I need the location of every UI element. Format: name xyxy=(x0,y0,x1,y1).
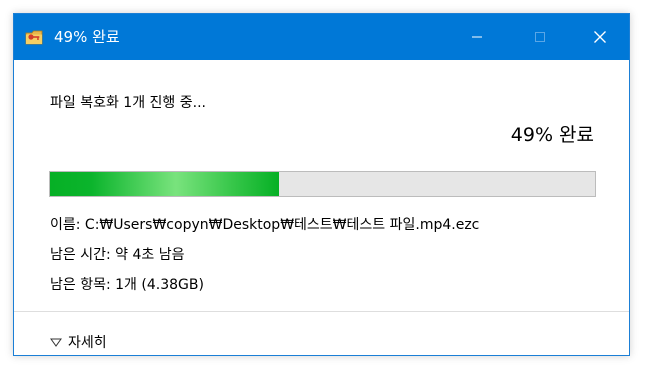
window-title: 49% 완료 xyxy=(54,28,120,46)
maximize-icon xyxy=(535,32,545,42)
more-details-button[interactable]: 자세히 xyxy=(50,332,107,352)
folder-key-icon xyxy=(25,30,43,45)
title-bar[interactable]: 49% 완료 xyxy=(14,14,629,60)
close-button[interactable] xyxy=(577,14,623,60)
time-remaining-line: 남은 시간: 약 4초 남음 xyxy=(50,247,185,263)
progress-bar-fill xyxy=(50,172,279,196)
percent-complete: 49% 완료 xyxy=(510,124,594,146)
progress-dialog: 49% 완료 파일 복호화 1개 진행 중... 49% 완료 이름: C:₩U… xyxy=(13,13,630,356)
progress-bar xyxy=(49,171,596,197)
operation-heading: 파일 복호화 1개 진행 중... xyxy=(50,95,206,111)
triangle-down-icon xyxy=(50,338,62,347)
items-remaining-line: 남은 항목: 1개 (4.38GB) xyxy=(50,277,204,293)
more-details-label: 자세히 xyxy=(68,335,107,351)
minimize-button[interactable] xyxy=(454,14,500,60)
minimize-icon xyxy=(472,36,482,38)
close-icon xyxy=(594,31,606,43)
file-name-line: 이름: C:₩Users₩copyn₩Desktop₩테스트₩테스트 파일.mp… xyxy=(50,217,480,233)
divider xyxy=(14,311,629,312)
maximize-button[interactable] xyxy=(517,14,563,60)
